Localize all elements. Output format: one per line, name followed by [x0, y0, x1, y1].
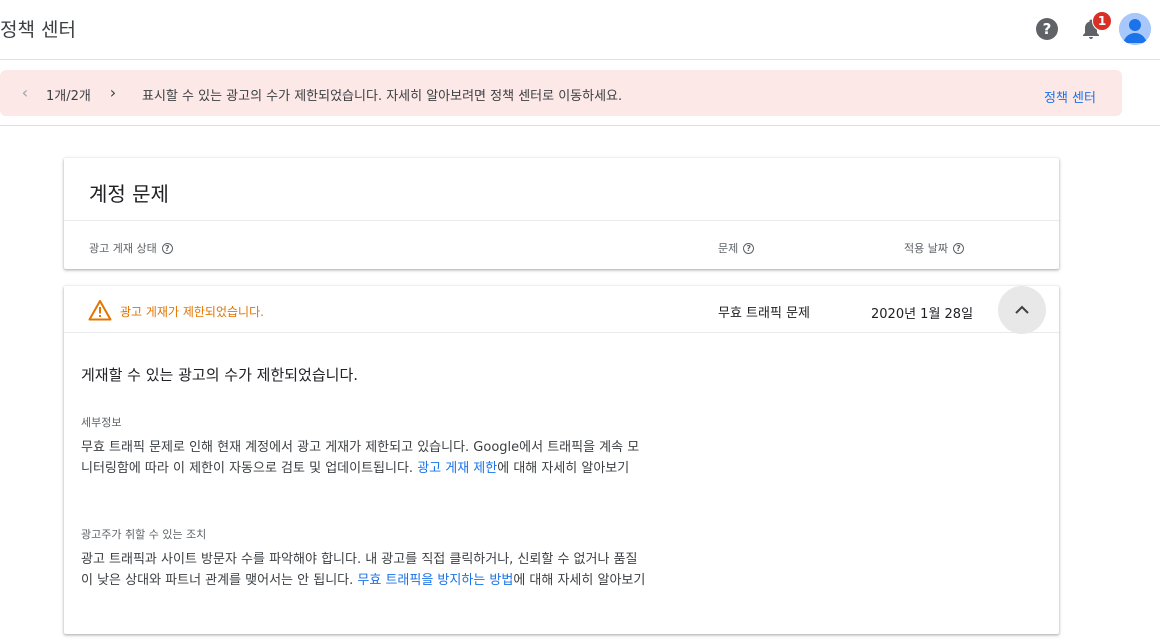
- issue-row[interactable]: 광고 게재가 제한되었습니다. 무효 트래픽 문제 2020년 1월 28일: [64, 286, 1059, 334]
- issue-name: 무효 트래픽 문제: [718, 306, 810, 321]
- actions-label: 광고주가 취할 수 있는 조치: [81, 528, 207, 541]
- app-title: 정책 센터: [0, 19, 76, 41]
- actions-paragraph: 광고 트래픽과 사이트 방문자 수를 파악해야 합니다. 내 광고를 직접 클릭…: [81, 552, 646, 588]
- banner-pager: 1개/2개: [46, 89, 91, 104]
- chevron-up-icon: [1015, 305, 1029, 314]
- help-circle-icon[interactable]: ?: [952, 242, 964, 254]
- details-paragraph: 무효 트래픽 문제로 인해 현재 계정에서 광고 게재가 제한되고 있습니다. …: [81, 440, 640, 476]
- ad-serving-limits-link[interactable]: 광고 게재 제한: [417, 461, 497, 476]
- alert-banner: ‹ 1개/2개 › 표시할 수 있는 광고의 수가 제한되었습니다. 자세히 알…: [0, 70, 1122, 116]
- column-header-status: 광고 게재 상태 ?: [89, 240, 173, 256]
- ad-serving-status: 광고 게재가 제한되었습니다.: [120, 305, 264, 319]
- account-issues-card: 계정 문제 광고 게재 상태 ? 문제 ? 적용 날짜 ?: [64, 158, 1059, 269]
- issue-detail-card: 광고 게재가 제한되었습니다. 무효 트래픽 문제 2020년 1월 28일 게…: [64, 286, 1059, 634]
- card-title: 계정 문제: [89, 182, 169, 206]
- policy-center-link[interactable]: 정책 센터: [1044, 87, 1096, 106]
- warning-icon: [88, 300, 112, 321]
- help-circle-icon[interactable]: ?: [161, 242, 173, 254]
- help-circle-icon[interactable]: ?: [743, 242, 755, 254]
- banner-divider: [0, 125, 1160, 126]
- banner-message: 표시할 수 있는 광고의 수가 제한되었습니다. 자세히 알아보려면 정책 센터…: [142, 89, 623, 104]
- help-icon[interactable]: ?: [1036, 18, 1058, 40]
- column-header-issue: 문제 ?: [718, 240, 755, 256]
- chevron-left-icon[interactable]: ‹: [16, 82, 34, 102]
- notification-badge: 1: [1092, 11, 1112, 31]
- top-bar: 정책 센터 ? 1: [0, 0, 1160, 60]
- column-header-date: 적용 날짜 ?: [904, 240, 964, 256]
- details-label: 세부정보: [81, 416, 122, 429]
- chevron-right-icon[interactable]: ›: [104, 82, 122, 102]
- collapse-button[interactable]: [998, 286, 1046, 334]
- issue-heading: 게재할 수 있는 광고의 수가 제한되었습니다.: [81, 366, 359, 384]
- user-avatar[interactable]: [1119, 13, 1151, 45]
- prevent-invalid-traffic-link[interactable]: 무효 트래픽을 방지하는 방법: [357, 573, 513, 588]
- applied-date: 2020년 1월 28일: [871, 307, 974, 322]
- card-divider: [64, 220, 1059, 221]
